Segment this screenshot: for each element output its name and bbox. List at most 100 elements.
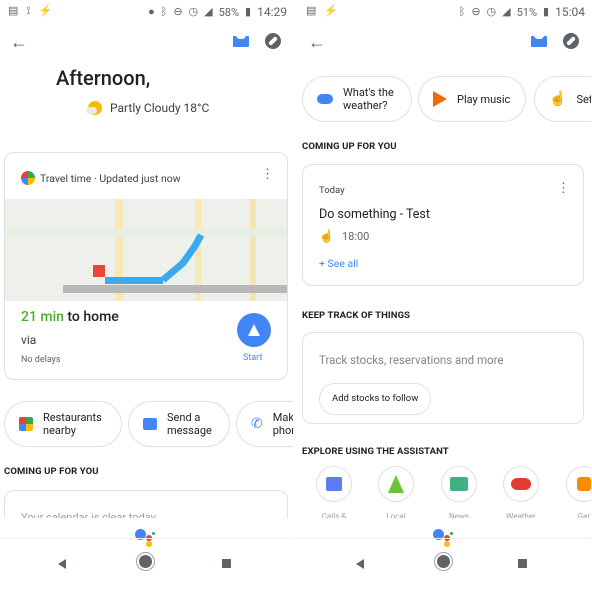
explore-calls[interactable]: [316, 466, 352, 502]
section-title-keep-track: KEEP TRACK OF THINGS: [302, 310, 411, 321]
nav-recents-icon[interactable]: [222, 559, 231, 568]
dnd-icon: ⊖: [471, 5, 481, 18]
chip-label: Send a: [167, 411, 201, 424]
reminder-time: 18:00: [341, 229, 370, 243]
notes-icon: ▤: [306, 4, 317, 17]
message-icon: [143, 418, 157, 430]
left-screen: ▤ ⟟ ⚡ ● ᛒ ⊖ ◷ ◢ 58% ▮ 14:29 ← Afternoon,…: [0, 0, 293, 594]
chip-restaurants-nearby[interactable]: Restaurants nearby: [4, 401, 122, 447]
chat-icon: [326, 477, 342, 491]
status-bar: ▤ ⚡ ᛒ ⊖ ◷ ◢ 51% ▮ 15:04: [298, 0, 591, 24]
chip-make-call[interactable]: ✆ Makphon: [236, 401, 293, 447]
lte-signal-icon: ◢: [502, 5, 511, 18]
explore-compass-icon[interactable]: [265, 33, 281, 49]
nav-back-icon[interactable]: [58, 559, 66, 569]
chip-label: phon: [272, 424, 293, 437]
location-icon: ●: [148, 5, 155, 18]
nav-back-icon[interactable]: [356, 559, 364, 569]
clock: 14:29: [257, 5, 287, 19]
cloud-icon: [511, 478, 531, 490]
bluetooth-icon: ᛒ: [458, 5, 466, 18]
maps-icon: [21, 171, 35, 185]
nav-recents-icon[interactable]: [518, 559, 527, 568]
weather-summary: Partly Cloudy 18°C: [110, 101, 210, 115]
alarm-icon: ◷: [188, 5, 199, 18]
status-bar: ▤ ⟟ ⚡ ● ᛒ ⊖ ◷ ◢ 58% ▮ 14:29: [0, 0, 293, 24]
signal-broadcast-icon: ⟟: [26, 4, 31, 17]
partly-cloudy-icon: [86, 101, 102, 115]
chip-label: What's the: [343, 86, 394, 99]
start-navigation-button[interactable]: [237, 313, 271, 347]
reminder-day: Today: [319, 185, 345, 196]
hand-tap-icon: ☝: [549, 90, 567, 107]
see-all-link[interactable]: + See all: [319, 257, 358, 270]
chip-label: weather?: [343, 99, 388, 112]
greeting: Afternoon,: [56, 66, 151, 90]
explore-games[interactable]: [566, 466, 591, 502]
chip-set-alarm[interactable]: ☝ Set a: [534, 76, 591, 122]
chip-label: nearby: [43, 424, 76, 437]
travel-destination: to home: [63, 309, 119, 325]
route-map[interactable]: [5, 199, 287, 301]
flash-icon: ⚡: [324, 4, 339, 17]
updates-icon[interactable]: [531, 35, 547, 47]
chip-label: Set a: [576, 92, 591, 106]
reminder-card[interactable]: Today ⋮ Do something - Test ☝ 18:00 + Se…: [302, 164, 584, 286]
alarm-icon: ◷: [486, 5, 497, 18]
section-title-explore: EXPLORE USING THE ASSISTANT: [302, 446, 449, 457]
nav-home-icon[interactable]: [437, 555, 450, 568]
chip-play-music[interactable]: Play music: [418, 76, 526, 122]
phone-icon: ✆: [251, 415, 263, 432]
chip-label: Play music: [457, 92, 511, 106]
chip-send-message[interactable]: Send a message: [128, 401, 230, 447]
keep-track-card: Track stocks, reservations and more Add …: [302, 332, 584, 424]
chip-label: Restaurants: [43, 411, 102, 424]
clock: 15:04: [555, 5, 585, 19]
battery-icon: ▮: [543, 5, 550, 18]
explore-news[interactable]: [441, 466, 477, 502]
battery-icon: ▮: [245, 5, 252, 18]
back-arrow-icon[interactable]: ←: [10, 32, 28, 53]
battery-level: 51%: [516, 5, 538, 19]
dnd-icon: ⊖: [173, 5, 183, 18]
cloud-icon: [317, 94, 333, 104]
navigation-bar: [298, 538, 591, 594]
chip-weather[interactable]: What's the weather?: [302, 76, 412, 122]
reminder-title: Do something - Test: [319, 207, 430, 222]
games-icon: [577, 477, 591, 491]
origin-marker: [93, 265, 105, 277]
travel-time-card[interactable]: Travel time · Updated just now ⋮ 21 min …: [4, 152, 288, 380]
more-options-icon[interactable]: ⋮: [557, 182, 570, 195]
maps-icon: [19, 417, 33, 431]
updates-icon[interactable]: [233, 35, 249, 47]
travel-via: via: [21, 333, 37, 347]
nav-home-icon[interactable]: [139, 555, 152, 568]
back-arrow-icon[interactable]: ←: [308, 32, 326, 53]
keep-track-text: Track stocks, reservations and more: [319, 353, 504, 367]
add-stocks-button[interactable]: Add stocks to follow: [319, 383, 432, 415]
news-icon: [450, 477, 468, 491]
navigation-arrow-icon: [248, 324, 260, 336]
more-options-icon[interactable]: ⋮: [261, 168, 274, 181]
travel-delays: No delays: [21, 355, 61, 365]
reminder-hand-icon: ☝: [319, 229, 334, 243]
travel-card-header: Travel time · Updated just now: [40, 171, 181, 185]
flash-icon: ⚡: [38, 4, 53, 17]
bluetooth-icon: ᛒ: [160, 5, 168, 18]
battery-level: 58%: [218, 5, 240, 19]
section-title-coming-up: COMING UP FOR YOU: [302, 141, 397, 152]
section-title-coming-up: COMING UP FOR YOU: [4, 466, 99, 477]
chip-label: Mak: [272, 411, 293, 424]
play-music-icon: [433, 91, 447, 107]
explore-compass-icon[interactable]: [563, 33, 579, 49]
start-label[interactable]: Start: [243, 353, 262, 363]
travel-duration: 21 min: [21, 309, 64, 325]
lte-signal-icon: ◢: [204, 5, 213, 18]
navigation-bar: [0, 538, 293, 594]
notes-icon: ▤: [8, 4, 19, 17]
chip-label: message: [167, 424, 212, 437]
explore-weather[interactable]: [503, 466, 539, 502]
explore-local[interactable]: [378, 466, 414, 502]
navigation-arrow-icon: [388, 475, 404, 493]
right-screen: ▤ ⚡ ᛒ ⊖ ◷ ◢ 51% ▮ 15:04 ← What's the weat…: [298, 0, 591, 594]
